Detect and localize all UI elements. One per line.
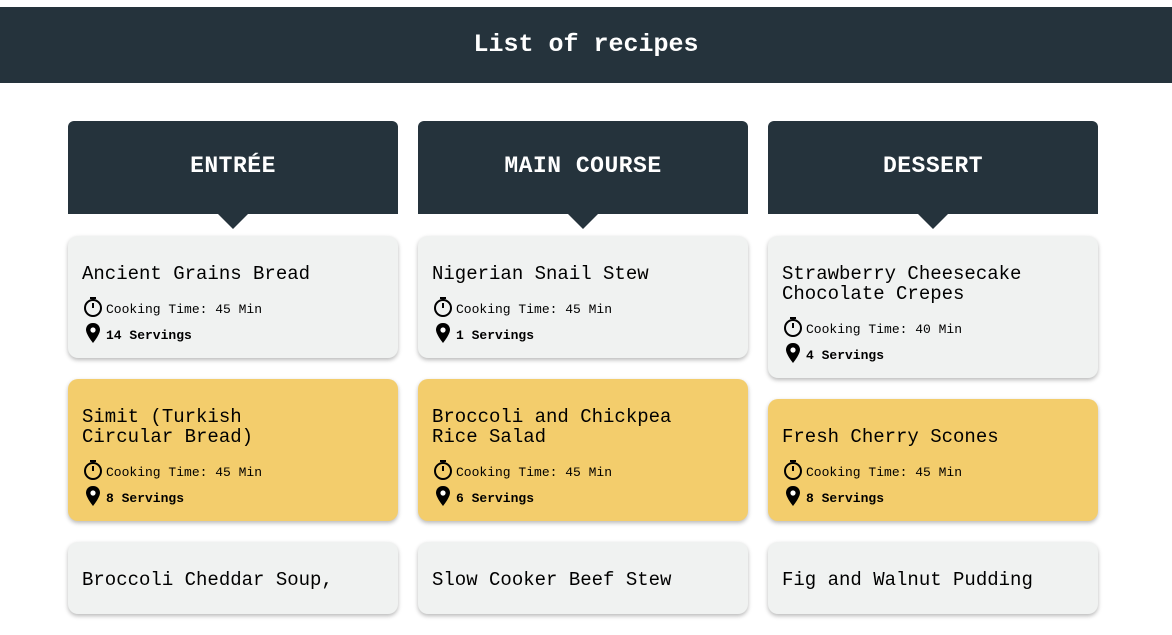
column-heading-label: ENTRÉE [190, 153, 276, 179]
column-heading-label: DESSERT [882, 153, 984, 179]
recipe-title: Broccoli Cheddar Soup, [82, 569, 333, 591]
recipe-list-entree: Ancient Grains Bread Cooking Time: 45 Mi… [68, 214, 398, 614]
column-entree: ENTRÉE Ancient Grains Bread Cooking Time… [68, 121, 398, 635]
column-heading-entree: ENTRÉE [68, 121, 398, 229]
stopwatch-icon [82, 296, 104, 318]
stopwatch-icon [782, 316, 804, 338]
column-heading-main-course: MAIN COURSE [418, 121, 748, 229]
servings: 6 Servings [456, 491, 535, 506]
recipe-title: Slow Cooker Beef Stew [432, 569, 672, 591]
recipe-card[interactable]: Broccoli Cheddar Soup, [68, 542, 398, 614]
column-heading-dessert: DESSERT [768, 121, 1098, 229]
recipe-list-main-course: Nigerian Snail Stew Cooking Time: 45 Min… [418, 214, 748, 614]
recipe-title: Fresh Cherry Scones [782, 426, 999, 448]
servings: 8 Servings [806, 491, 885, 506]
cooking-time: Cooking Time: 45 Min [456, 302, 613, 317]
recipe-title: Broccoli and Chickpea Rice Salad [432, 406, 672, 448]
recipe-list-dessert: Strawberry Cheesecake Chocolate Crepes C… [768, 214, 1098, 614]
stopwatch-icon [432, 459, 454, 481]
servings-row: 14 Servings [82, 320, 384, 344]
stopwatch-icon [82, 459, 104, 481]
column-heading-label: MAIN COURSE [504, 153, 662, 179]
heading-pointer [568, 214, 598, 229]
recipe-title: Strawberry Cheesecake Chocolate Crepes [782, 263, 1022, 305]
recipe-title: Fig and Walnut Pudding [782, 569, 1033, 591]
servings-row: 8 Servings [82, 483, 384, 507]
recipe-title: Nigerian Snail Stew [432, 263, 649, 285]
cooking-time-row: Cooking Time: 40 Min [782, 314, 1084, 338]
cooking-time: Cooking Time: 45 Min [106, 465, 263, 480]
cooking-time: Cooking Time: 45 Min [106, 302, 263, 317]
cooking-time: Cooking Time: 40 Min [806, 322, 963, 337]
column-dessert: DESSERT Strawberry Cheesecake Chocolate … [768, 121, 1098, 635]
servings-row: 1 Servings [432, 320, 734, 344]
cooking-time: Cooking Time: 45 Min [806, 465, 963, 480]
servings: 8 Servings [106, 491, 185, 506]
location-pin-icon [432, 322, 454, 344]
cooking-time-row: Cooking Time: 45 Min [432, 457, 734, 481]
servings: 4 Servings [806, 348, 885, 363]
recipe-title: Simit (Turkish Circular Bread) [82, 406, 254, 448]
servings-row: 6 Servings [432, 483, 734, 507]
stopwatch-icon [432, 296, 454, 318]
location-pin-icon [432, 485, 454, 507]
recipe-card[interactable]: Broccoli and Chickpea Rice Salad Cooking… [418, 379, 748, 521]
location-pin-icon [782, 485, 804, 507]
servings-row: 8 Servings [782, 483, 1084, 507]
recipe-card[interactable]: Fresh Cherry Scones Cooking Time: 45 Min… [768, 399, 1098, 521]
heading-pointer [918, 214, 948, 229]
page-header: List of recipes [0, 7, 1172, 83]
recipe-card[interactable]: Simit (Turkish Circular Bread) Cooking T… [68, 379, 398, 521]
location-pin-icon [82, 322, 104, 344]
location-pin-icon [782, 342, 804, 364]
page-title: List of recipes [473, 30, 699, 59]
location-pin-icon [82, 485, 104, 507]
recipe-card[interactable]: Ancient Grains Bread Cooking Time: 45 Mi… [68, 236, 398, 358]
cooking-time-row: Cooking Time: 45 Min [782, 457, 1084, 481]
recipe-card[interactable]: Slow Cooker Beef Stew [418, 542, 748, 614]
servings-row: 4 Servings [782, 340, 1084, 364]
recipe-card[interactable]: Fig and Walnut Pudding [768, 542, 1098, 614]
heading-pointer [218, 214, 248, 229]
recipe-card[interactable]: Strawberry Cheesecake Chocolate Crepes C… [768, 236, 1098, 378]
servings: 1 Servings [456, 328, 535, 343]
servings: 14 Servings [106, 328, 192, 343]
stopwatch-icon [782, 459, 804, 481]
recipe-title: Ancient Grains Bread [82, 263, 311, 285]
cooking-time-row: Cooking Time: 45 Min [432, 294, 734, 318]
column-main-course: MAIN COURSE Nigerian Snail Stew Cooking … [418, 121, 748, 635]
cooking-time: Cooking Time: 45 Min [456, 465, 613, 480]
cooking-time-row: Cooking Time: 45 Min [82, 457, 384, 481]
recipe-card[interactable]: Nigerian Snail Stew Cooking Time: 45 Min… [418, 236, 748, 358]
cooking-time-row: Cooking Time: 45 Min [82, 294, 384, 318]
